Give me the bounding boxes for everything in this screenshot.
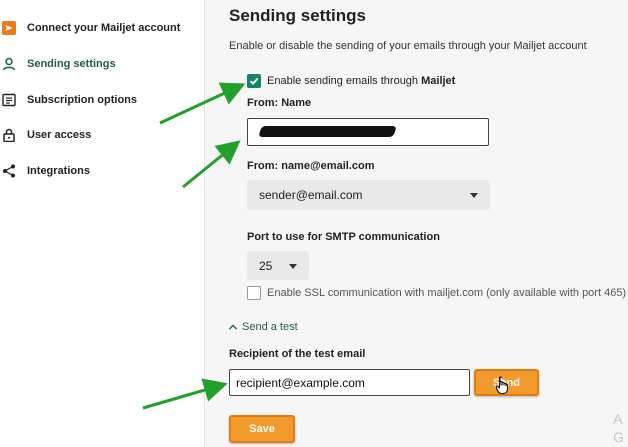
- port-label: Port to use for SMTP communication: [247, 231, 440, 243]
- sidebar-item-label: Integrations: [27, 165, 90, 177]
- save-button-label: Save: [249, 423, 275, 435]
- port-select[interactable]: 25: [247, 251, 309, 280]
- list-icon: [1, 92, 17, 108]
- lock-icon: [1, 127, 17, 143]
- share-icon: [1, 163, 17, 179]
- enable-sending-checkbox[interactable]: [247, 74, 261, 88]
- from-email-select[interactable]: sender@email.com: [247, 180, 490, 210]
- ssl-checkbox[interactable]: [247, 286, 261, 300]
- mailjet-brand-text: Mailjet: [421, 75, 456, 87]
- sidebar-item-label: Connect your Mailjet account: [27, 22, 181, 34]
- watermark-letter: G: [613, 429, 624, 445]
- mailjet-logo-icon: [1, 20, 17, 36]
- recipient-label: Recipient of the test email: [229, 348, 366, 360]
- send-test-toggle[interactable]: Send a test: [228, 321, 298, 333]
- background-watermark-text: A G: [613, 410, 624, 446]
- chevron-up-icon: [229, 324, 237, 330]
- from-email-label: From: name@email.com: [247, 160, 375, 172]
- hand-cursor-icon: [496, 376, 509, 395]
- save-button[interactable]: Save: [229, 415, 295, 443]
- page-description: Enable or disable the sending of your em…: [229, 40, 587, 52]
- user-icon: [1, 56, 17, 72]
- port-value: 25: [259, 258, 273, 273]
- enable-sending-row: Enable sending emails through Mailjet: [247, 74, 455, 88]
- enable-sending-label: Enable sending emails through Mailjet: [267, 75, 455, 87]
- send-test-label: Send a test: [242, 321, 298, 333]
- sidebar: Connect your Mailjet account Sending set…: [0, 0, 205, 447]
- ssl-row: Enable SSL communication with mailjet.co…: [247, 286, 626, 300]
- sidebar-item-label: Subscription options: [27, 94, 137, 106]
- chevron-down-icon: [289, 263, 297, 269]
- sidebar-item-sending-settings[interactable]: Sending settings: [0, 51, 205, 77]
- from-name-field[interactable]: [247, 118, 489, 146]
- redaction-mark: [258, 126, 397, 137]
- sidebar-item-label: Sending settings: [27, 58, 116, 70]
- sidebar-item-subscription-options[interactable]: Subscription options: [0, 87, 205, 113]
- enable-sending-text: Enable sending emails through: [267, 75, 422, 87]
- sidebar-item-label: User access: [27, 129, 92, 141]
- page-title: Sending settings: [229, 6, 366, 25]
- sidebar-item-user-access[interactable]: User access: [0, 122, 205, 148]
- from-name-label: From: Name: [247, 97, 312, 109]
- watermark-letter: A: [613, 411, 623, 427]
- from-email-value: sender@email.com: [259, 188, 363, 202]
- sidebar-item-connect-account[interactable]: Connect your Mailjet account: [0, 15, 205, 41]
- recipient-email-field[interactable]: recipient@example.com: [229, 369, 470, 396]
- ssl-label: Enable SSL communication with mailjet.co…: [267, 287, 627, 299]
- chevron-down-icon: [470, 193, 478, 198]
- settings-panel: Sending settings Enable or disable the s…: [206, 0, 628, 447]
- sidebar-item-integrations[interactable]: Integrations: [0, 158, 205, 184]
- recipient-email-value: recipient@example.com: [236, 375, 365, 390]
- checkmark-icon: [249, 77, 259, 85]
